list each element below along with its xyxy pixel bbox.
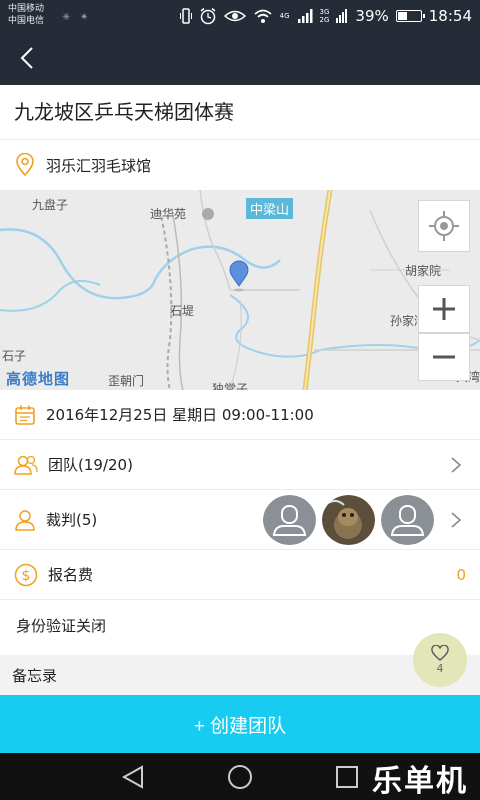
status-right: 4G 3G 2G 39% 18:54: [179, 5, 472, 27]
recent-apps-icon[interactable]: [335, 765, 359, 789]
map-label-dutang: 独堂子: [212, 382, 249, 390]
fee-row: $ 报名费 0: [0, 550, 480, 600]
home-circle-icon[interactable]: [227, 764, 253, 790]
carrier-2: 中国电信: [8, 16, 45, 26]
referee-icon: [15, 509, 35, 531]
event-date-time: 2016年12月25日 星期日 09:00-11:00: [46, 406, 314, 424]
location-pin-icon: [16, 153, 34, 177]
team-icon: [14, 455, 38, 475]
avatar[interactable]: [322, 495, 375, 545]
default-avatar-icon: [263, 495, 316, 545]
venue-name: 羽乐汇羽毛球馆: [46, 156, 152, 175]
screen: 中国移动 中国电信 ✳ ✴ 4G 3G 2G 39% 18:54 九龙坡区乒乓天…: [0, 0, 480, 800]
map-label-zhongliangshan: 中梁山: [246, 198, 294, 219]
eye-icon: [223, 10, 246, 22]
svg-text:✴: ✴: [80, 12, 88, 22]
map-canvas: [0, 190, 480, 390]
signal-icon-2: [336, 9, 348, 23]
network-3g2g-label: 3G 2G: [320, 8, 330, 24]
memo-row[interactable]: 备忘录: [0, 655, 480, 695]
map-label-shizi: 石子: [2, 349, 27, 363]
zoom-in-button[interactable]: [418, 285, 470, 333]
id-verify-label: 身份验证关闭: [16, 616, 107, 635]
avatar[interactable]: [381, 495, 434, 545]
map-label-dihuayuan: 迪华苑: [150, 207, 187, 221]
watermark-logo: 乐单机: [372, 764, 468, 799]
calendar-icon: [15, 405, 35, 425]
chevron-left-icon: [20, 47, 33, 69]
fee-value: 0: [456, 565, 466, 584]
svg-text:$: $: [22, 568, 31, 584]
svg-text:✳: ✳: [62, 12, 70, 22]
event-detail: 九龙坡区乒乓天梯团体赛 羽乐汇羽毛球馆 九盘子 迪华苑 中梁山 胡家院 石堤 孙…: [0, 85, 480, 695]
avatar[interactable]: [263, 495, 316, 545]
create-team-button[interactable]: + 创建团队: [0, 695, 480, 753]
battery-percent: 39%: [355, 7, 389, 25]
plus-icon: [433, 298, 455, 320]
back-button[interactable]: [12, 42, 44, 74]
memo-label: 备忘录: [12, 666, 58, 685]
fee-label: 报名费: [48, 566, 94, 584]
default-avatar-icon: [381, 495, 434, 545]
referee-avatars: [263, 495, 434, 545]
like-button[interactable]: 4: [413, 633, 467, 687]
referees-label: 裁判(5): [46, 511, 98, 529]
system-nav-bar: 乐单机: [0, 753, 480, 800]
teams-label: 团队(19/20): [48, 456, 133, 474]
battery-icon: [395, 10, 425, 22]
status-bar: 中国移动 中国电信 ✳ ✴ 4G 3G 2G 39% 18:54: [0, 0, 480, 32]
like-count: 4: [436, 662, 444, 675]
carrier-info: 中国移动 中国电信: [8, 3, 44, 27]
dollar-icon: $: [14, 563, 38, 586]
map-label-jiupanzi: 九盘子: [32, 198, 69, 212]
venue-row[interactable]: 羽乐汇羽毛球馆: [0, 140, 480, 190]
locate-button[interactable]: [418, 200, 470, 252]
battery-fill: [397, 12, 408, 20]
carrier-1: 中国移动: [8, 4, 45, 14]
network-2g: 2G: [319, 16, 330, 24]
notification-icons: ✳ ✴: [62, 12, 88, 22]
heart-icon: [431, 645, 449, 661]
signal-icon-1: [297, 9, 313, 23]
id-verify-row: 身份验证关闭: [0, 600, 480, 650]
back-triangle-icon[interactable]: [120, 765, 146, 789]
photo-avatar-icon: [322, 495, 375, 545]
minus-icon: [433, 355, 455, 359]
map-label-waichaomen: 歪朝门: [108, 374, 145, 388]
clock: 18:54: [428, 7, 472, 25]
network-3g: 3G: [319, 8, 330, 16]
title-row: 九龙坡区乒乓天梯团体赛: [0, 85, 480, 140]
map-label-shiti: 石堤: [170, 304, 195, 318]
map-logo: 高德地图: [6, 370, 71, 388]
network-4g-label: 4G: [279, 12, 290, 20]
teams-row[interactable]: 团队(19/20): [0, 440, 480, 490]
chevron-right-icon: [451, 457, 462, 473]
locate-icon: [429, 211, 459, 241]
zoom-out-button[interactable]: [418, 333, 470, 381]
alarm-icon: [200, 7, 216, 25]
wifi-icon: [254, 9, 272, 23]
event-title: 九龙坡区乒乓天梯团体赛: [14, 100, 234, 124]
referees-row[interactable]: 裁判(5): [0, 490, 480, 550]
date-row: 2016年12月25日 星期日 09:00-11:00: [0, 390, 480, 440]
map-view[interactable]: 九盘子 迪华苑 中梁山 胡家院 石堤 孙家湾 石子 歪朝门 独堂子 大湾 高德地…: [0, 190, 480, 390]
nav-bar: [0, 32, 480, 85]
chevron-right-icon: [451, 512, 462, 528]
map-label-hujiayuan: 胡家院: [405, 264, 442, 278]
vibrate-icon: [179, 8, 192, 24]
